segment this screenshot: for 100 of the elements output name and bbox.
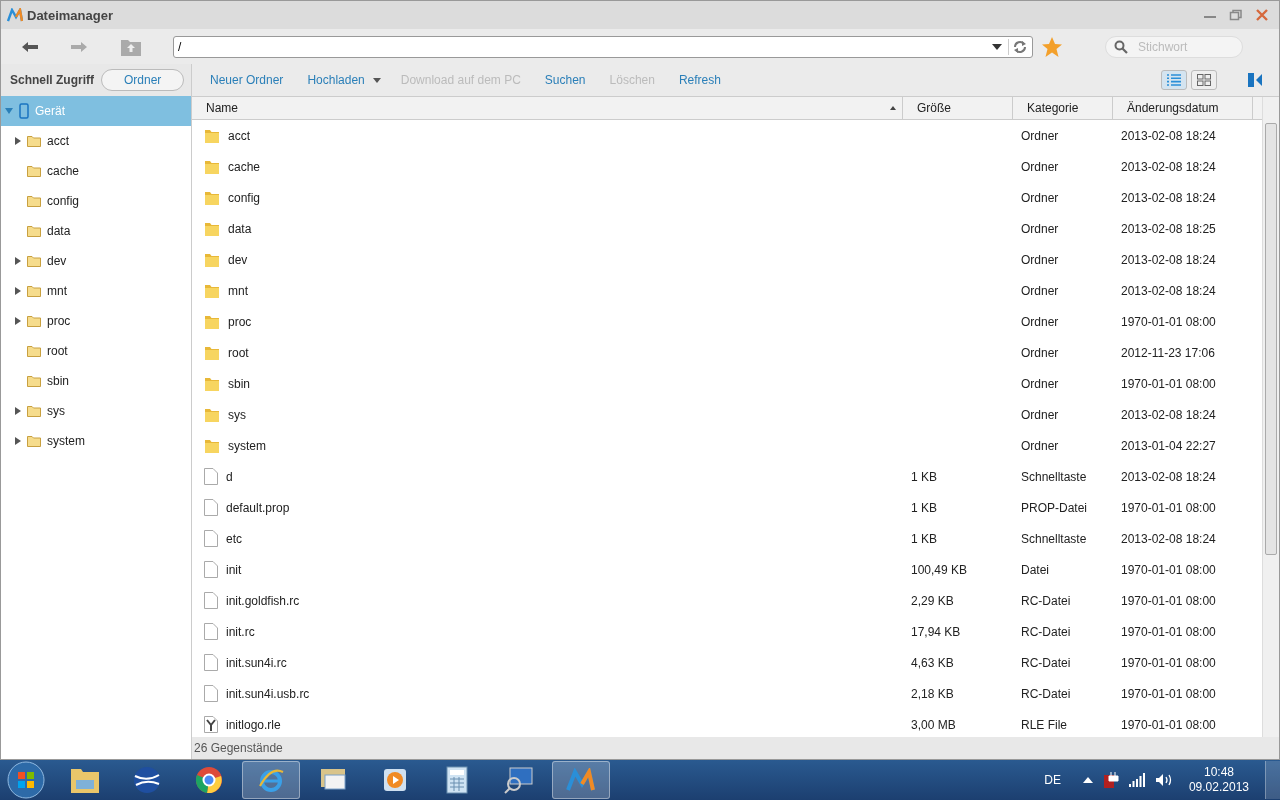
folder-icon xyxy=(27,285,41,297)
file-name[interactable]: init.rc xyxy=(226,624,255,639)
file-category: Ordner xyxy=(1021,376,1059,391)
panel-tab[interactable]: Ordner xyxy=(101,69,185,91)
file-name[interactable]: data xyxy=(228,221,252,236)
file-name[interactable]: acct xyxy=(228,128,250,143)
file-name[interactable]: d xyxy=(226,469,233,484)
column-header[interactable]: Änderungsdatum xyxy=(1113,97,1253,119)
tree-item[interactable]: config xyxy=(1,186,191,216)
start-button[interactable] xyxy=(6,760,46,800)
folder-icon xyxy=(27,225,41,237)
column-header[interactable]: Name xyxy=(192,97,903,119)
modified-date: 2013-02-08 18:24 xyxy=(1121,283,1216,298)
expand-arrow-icon[interactable] xyxy=(15,317,21,325)
tree-item[interactable]: sys xyxy=(1,396,191,426)
folder-icon xyxy=(204,344,220,361)
path-field[interactable]: / xyxy=(178,39,986,54)
expand-arrow-icon[interactable] xyxy=(15,437,21,445)
file-name[interactable]: sys xyxy=(228,407,246,422)
file-name[interactable]: sbin xyxy=(228,376,250,391)
toolbar-link[interactable]: Suchen xyxy=(534,69,596,91)
search-box[interactable]: Stichwort xyxy=(1105,35,1243,58)
dropdown-caret-icon[interactable] xyxy=(992,42,1002,51)
folder-icon xyxy=(204,127,220,144)
modified-date: 1970-01-01 08:00 xyxy=(1121,593,1216,608)
dropdown-caret-icon[interactable] xyxy=(372,77,381,83)
tree-item[interactable]: mnt xyxy=(1,276,191,306)
panel-tab[interactable]: Schnell Zugriff xyxy=(7,69,97,91)
toolbar-link[interactable]: Neuer Ordner xyxy=(200,69,294,91)
file-category: Schnelltaste xyxy=(1021,531,1087,546)
clock-date[interactable]: 09.02.2013 xyxy=(1188,780,1249,795)
scrollbar[interactable] xyxy=(1262,97,1279,737)
folder-icon xyxy=(204,251,220,268)
folder-icon xyxy=(204,313,220,330)
expand-arrow-icon[interactable] xyxy=(15,287,21,295)
tree-item[interactable]: dev xyxy=(1,246,191,276)
clock-time[interactable]: 10:48 xyxy=(1203,765,1234,780)
folder-icon xyxy=(27,435,41,447)
modified-date: 1970-01-01 08:00 xyxy=(1121,314,1216,329)
folder-icon xyxy=(27,255,41,267)
toolbar-link[interactable]: Hochladen xyxy=(297,69,375,91)
monitor-icon xyxy=(504,766,534,794)
item-count: 26 Gegenstände xyxy=(194,741,283,755)
file-name[interactable]: init xyxy=(226,562,242,577)
file-name[interactable]: initlogo.rle xyxy=(226,717,281,732)
back-arrow-icon[interactable] xyxy=(21,40,39,53)
file-name[interactable]: init.sun4i.usb.rc xyxy=(226,686,310,701)
folder-icon xyxy=(27,195,41,207)
file-category: Ordner xyxy=(1021,190,1059,205)
modified-date: 2012-11-23 17:06 xyxy=(1121,345,1215,360)
language-indicator[interactable]: DE xyxy=(1044,773,1061,787)
file-category: Ordner xyxy=(1021,252,1059,267)
column-header[interactable]: Kategorie xyxy=(1013,97,1113,119)
folder-icon xyxy=(70,766,100,794)
column-header[interactable]: Größe xyxy=(903,97,1013,119)
tree-item[interactable]: system xyxy=(1,426,191,456)
tree-item[interactable]: acct xyxy=(1,126,191,156)
calculator-icon xyxy=(446,766,468,794)
folder-icon xyxy=(27,375,41,387)
file-name[interactable]: init.sun4i.rc xyxy=(226,655,287,670)
file-name[interactable]: config xyxy=(228,190,261,205)
file-name[interactable]: init.goldfish.rc xyxy=(226,593,300,608)
list-view-button[interactable] xyxy=(1161,70,1187,90)
file-name[interactable]: root xyxy=(228,345,249,360)
search-field[interactable]: Stichwort xyxy=(1136,38,1230,55)
signal-icon[interactable] xyxy=(1128,773,1145,787)
expand-arrow-icon[interactable] xyxy=(15,257,21,265)
grid-view-button[interactable] xyxy=(1191,70,1217,90)
file-name[interactable]: dev xyxy=(228,252,248,267)
expand-arrow-icon[interactable] xyxy=(15,407,21,415)
file-name[interactable]: cache xyxy=(228,159,261,174)
speaker-icon[interactable] xyxy=(1154,773,1173,787)
panel-toggle-icon[interactable] xyxy=(1247,72,1263,88)
toolbar-link[interactable]: Refresh xyxy=(668,69,731,91)
file-icon xyxy=(204,685,218,702)
restore-icon[interactable] xyxy=(1229,9,1243,21)
file-name[interactable]: default.prop xyxy=(226,500,290,515)
tray-expand-icon[interactable] xyxy=(1082,777,1093,783)
tree-item[interactable]: proc xyxy=(1,306,191,336)
file-name[interactable]: proc xyxy=(228,314,252,329)
file-name[interactable]: mnt xyxy=(228,283,248,298)
file-name[interactable]: system xyxy=(228,438,266,453)
refresh-icon[interactable] xyxy=(1008,38,1028,55)
tree-item[interactable]: cache xyxy=(1,156,191,186)
close-icon[interactable] xyxy=(1255,8,1269,22)
tree-item[interactable]: sbin xyxy=(1,366,191,396)
expand-arrow-icon[interactable] xyxy=(15,137,21,145)
tree-item[interactable]: root xyxy=(1,336,191,366)
file-category: Datei xyxy=(1021,562,1049,577)
star-icon[interactable] xyxy=(1041,35,1063,58)
mail-icon xyxy=(318,767,348,793)
modified-date: 1970-01-01 08:00 xyxy=(1121,500,1216,515)
folder-icon xyxy=(204,437,220,454)
file-category: RC-Datei xyxy=(1021,624,1071,639)
tree-item[interactable]: data xyxy=(1,216,191,246)
address-bar[interactable]: / xyxy=(173,35,1033,58)
folder-icon xyxy=(204,406,220,423)
power-plug-icon[interactable] xyxy=(1102,771,1119,789)
folder-icon xyxy=(27,315,41,327)
file-name[interactable]: etc xyxy=(226,531,242,546)
